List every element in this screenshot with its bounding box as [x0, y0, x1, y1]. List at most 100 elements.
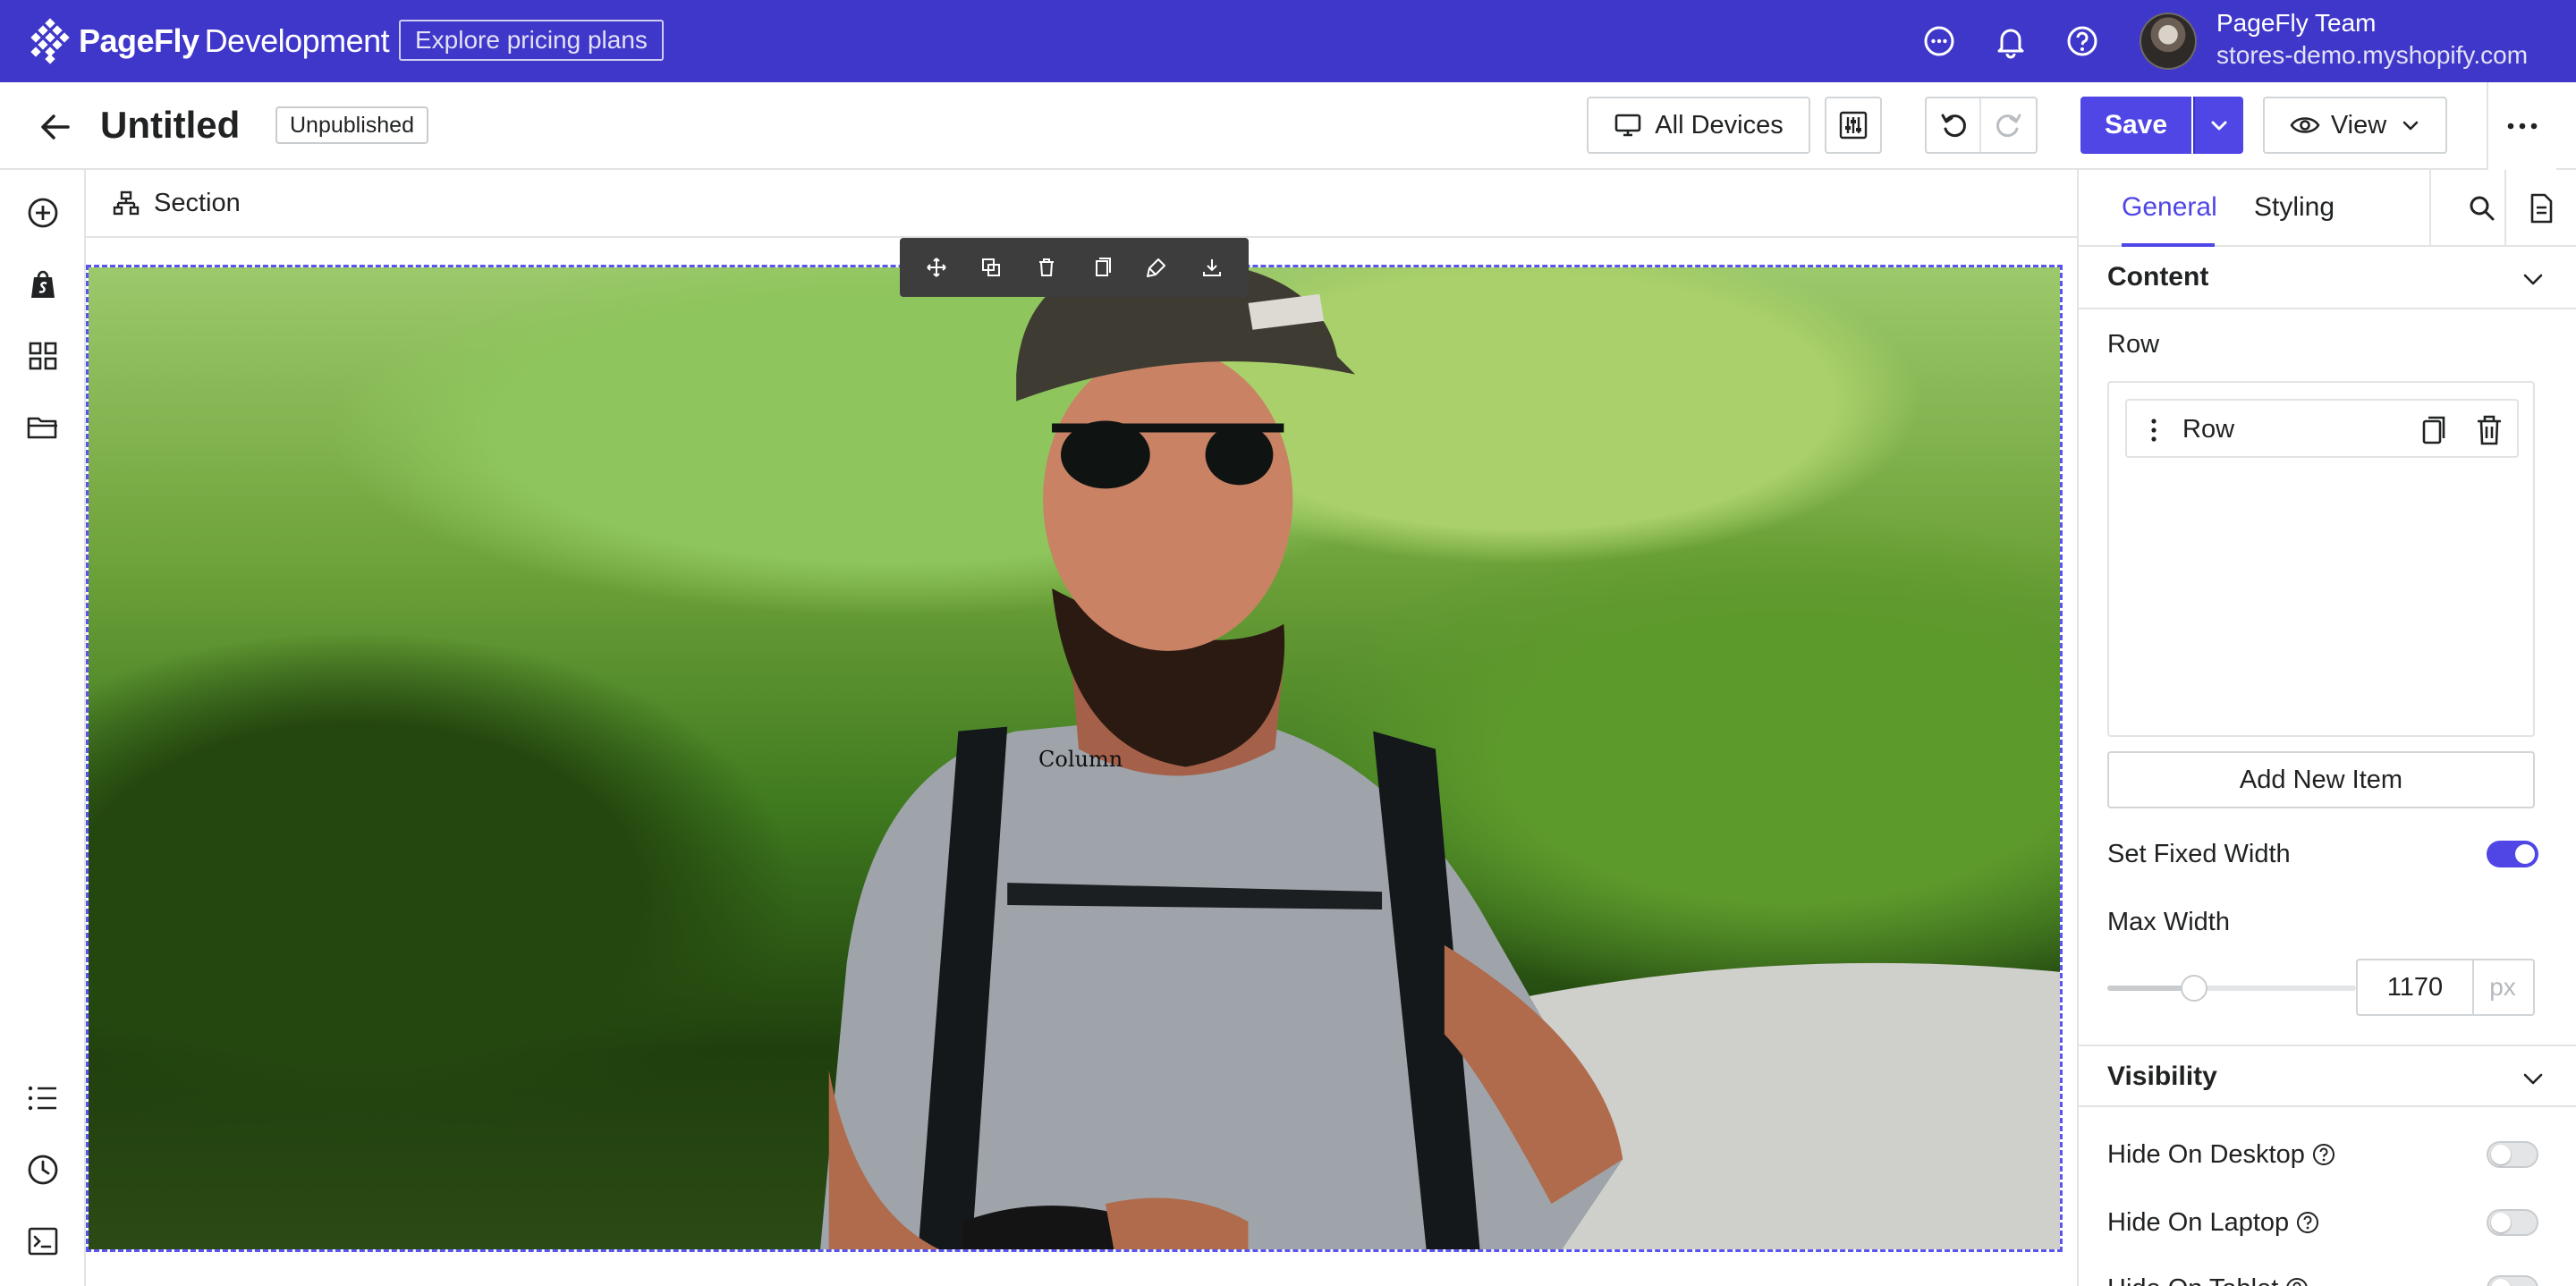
- all-devices-label: All Devices: [1655, 110, 1784, 140]
- store-url[interactable]: stores-demo.myshopify.com: [2216, 39, 2528, 72]
- more-options-button[interactable]: [2487, 82, 2556, 170]
- chevron-down-icon: [2523, 1073, 2543, 1085]
- editor-canvas[interactable]: Column: [86, 238, 2077, 1286]
- explore-pricing-button[interactable]: Explore pricing plans: [399, 20, 664, 61]
- section-icon: [113, 190, 140, 216]
- search-icon[interactable]: [2465, 191, 2499, 225]
- breadcrumb: Section: [86, 170, 2077, 238]
- help-icon[interactable]: [2063, 21, 2102, 61]
- hide-desktop-toggle[interactable]: [2487, 1141, 2538, 1168]
- back-arrow-icon[interactable]: [36, 107, 75, 147]
- visibility-section-header[interactable]: Visibility: [2079, 1045, 2576, 1107]
- history-buttons: [1925, 97, 2038, 154]
- column-label: Column: [1038, 747, 1123, 772]
- redo-button[interactable]: [1981, 98, 2036, 152]
- slider-thumb[interactable]: [2181, 975, 2207, 1002]
- save-button[interactable]: Save: [2080, 97, 2191, 154]
- hide-laptop-row: Hide On Laptop: [2107, 1206, 2319, 1239]
- grid-icon[interactable]: [25, 338, 61, 374]
- help-icon[interactable]: [2285, 1277, 2309, 1286]
- hide-desktop-row: Hide On Desktop: [2107, 1138, 2335, 1172]
- folder-icon[interactable]: [25, 410, 61, 445]
- max-width-slider[interactable]: [2107, 975, 2356, 1002]
- content-section-header[interactable]: Content: [2079, 247, 2576, 309]
- save-options-button[interactable]: [2193, 97, 2243, 154]
- fixed-width-toggle[interactable]: [2487, 841, 2538, 867]
- breadcrumb-section[interactable]: Section: [154, 186, 241, 220]
- brand-title: PageFly Development: [79, 20, 390, 63]
- trash-icon[interactable]: [2474, 414, 2504, 446]
- bell-icon[interactable]: [1991, 21, 2030, 61]
- row-field-label: Row: [2107, 330, 2160, 359]
- chevron-down-icon: [2211, 121, 2227, 131]
- move-icon[interactable]: [921, 252, 952, 283]
- undo-button[interactable]: [1927, 98, 1982, 152]
- top-bar: PageFly Development Explore pricing plans…: [0, 0, 2576, 82]
- history-icon[interactable]: [25, 1152, 61, 1188]
- download-icon[interactable]: [1197, 252, 1227, 283]
- eye-icon: [2290, 117, 2320, 133]
- toggle-knob: [2491, 1213, 2511, 1232]
- redo-icon: [1996, 114, 2021, 138]
- hide-desktop-label: Hide On Desktop: [2107, 1140, 2305, 1169]
- tab-styling[interactable]: Styling: [2254, 188, 2334, 227]
- document-icon[interactable]: [2524, 191, 2558, 225]
- terminal-icon[interactable]: [25, 1223, 61, 1259]
- drag-handle-icon[interactable]: [2143, 417, 2165, 444]
- status-badge: Unpublished: [275, 106, 428, 144]
- desktop-icon: [1614, 114, 1641, 137]
- hide-tablet-label: Hide On Tablet: [2107, 1274, 2278, 1286]
- chevron-down-icon: [2402, 121, 2419, 131]
- responsive-settings-button[interactable]: [1825, 97, 1882, 154]
- hero-image[interactable]: Column: [86, 265, 2063, 1252]
- toggle-knob: [2515, 844, 2535, 864]
- list-item-label: Row: [2182, 415, 2235, 444]
- content-section-title: Content: [2107, 262, 2209, 292]
- help-icon[interactable]: [2296, 1211, 2319, 1234]
- max-width-label: Max Width: [2107, 908, 2230, 936]
- hide-laptop-toggle[interactable]: [2487, 1209, 2538, 1236]
- avatar[interactable]: [2140, 13, 2197, 70]
- tab-divider: [2504, 170, 2506, 247]
- delete-icon[interactable]: [1031, 252, 1062, 283]
- properties-panel: General Styling Content Row Row Add New …: [2077, 170, 2576, 1286]
- list-icon[interactable]: [25, 1080, 61, 1116]
- row-list: Row: [2107, 381, 2535, 737]
- copy-icon[interactable]: [2419, 414, 2449, 446]
- more-icon: [2507, 123, 2538, 130]
- add-icon[interactable]: [25, 195, 61, 231]
- left-sidebar: [0, 170, 86, 1286]
- list-item[interactable]: Row: [2125, 399, 2519, 458]
- add-new-item-button[interactable]: Add New Item: [2107, 751, 2535, 808]
- page-title[interactable]: Untitled: [100, 100, 240, 150]
- element-toolbar: [900, 238, 1249, 297]
- account-name[interactable]: PageFly Team: [2216, 7, 2376, 39]
- editor-toolbar: Untitled Unpublished All Devices Save Vi…: [0, 82, 2576, 170]
- tab-divider: [2429, 170, 2431, 247]
- tab-general[interactable]: General: [2122, 188, 2217, 227]
- duplicate-icon[interactable]: [976, 252, 1006, 283]
- toggle-knob: [2491, 1145, 2511, 1164]
- chevron-down-icon: [2523, 274, 2543, 285]
- paint-icon[interactable]: [1141, 252, 1172, 283]
- panel-tabs: General Styling: [2079, 170, 2576, 247]
- max-width-input[interactable]: 1170: [2356, 959, 2474, 1016]
- view-button[interactable]: View: [2263, 97, 2447, 154]
- copy-icon[interactable]: [1087, 252, 1117, 283]
- fixed-width-label: Set Fixed Width: [2107, 840, 2291, 868]
- brand-suffix: Development: [204, 22, 390, 59]
- sliders-icon: [1839, 111, 1868, 140]
- max-width-unit[interactable]: px: [2472, 959, 2535, 1016]
- help-icon[interactable]: [2312, 1143, 2335, 1166]
- hide-tablet-row: Hide On Tablet: [2107, 1272, 2309, 1286]
- hide-tablet-toggle[interactable]: [2487, 1275, 2538, 1286]
- all-devices-button[interactable]: All Devices: [1587, 97, 1810, 154]
- chat-icon[interactable]: [1919, 21, 1959, 61]
- brand-name: PageFly: [79, 22, 199, 59]
- toggle-knob: [2491, 1279, 2511, 1286]
- shopify-icon[interactable]: [25, 267, 61, 302]
- undo-icon: [1941, 114, 1966, 138]
- view-label: View: [2330, 110, 2387, 140]
- pagefly-logo-icon: [30, 18, 70, 64]
- visibility-section-title: Visibility: [2107, 1062, 2217, 1091]
